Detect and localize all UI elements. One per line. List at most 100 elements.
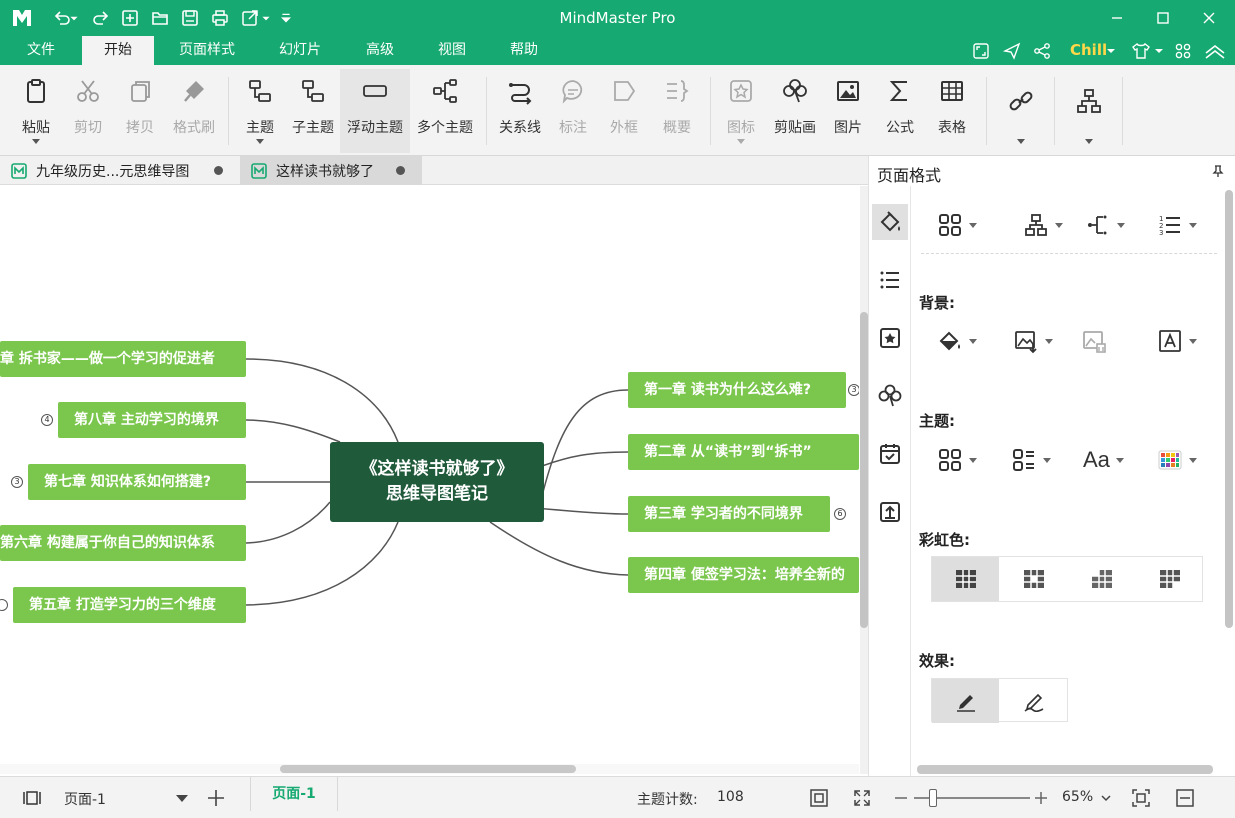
rainbow-option-2[interactable] <box>1000 557 1067 601</box>
new-file-icon[interactable] <box>120 8 140 28</box>
effect-option-2[interactable] <box>1000 679 1067 723</box>
fit-screen-icon[interactable] <box>1131 788 1151 808</box>
effect-option-1[interactable] <box>932 679 999 723</box>
doc-tab-reading[interactable]: 这样读书就够了 <box>240 156 422 185</box>
menu-file[interactable]: 文件 <box>12 36 70 65</box>
relationship-button[interactable]: 关系线 <box>494 69 546 153</box>
layout-dropdown-icon[interactable] <box>969 222 977 228</box>
zoom-dropdown-icon[interactable] <box>1100 788 1112 808</box>
tab-clipart[interactable] <box>872 378 908 414</box>
central-topic[interactable]: 《这样读书就够了》 思维导图笔记 <box>330 442 544 522</box>
tab-icons[interactable] <box>872 320 908 356</box>
mindmap-canvas[interactable]: 《这样读书就够了》 思维导图笔记 第一章 读书为什么这么难? 3 第二章 从“读… <box>0 186 859 774</box>
page-tab[interactable]: 页面-1 <box>250 777 338 811</box>
fit-page-icon[interactable] <box>809 788 829 808</box>
export-icon[interactable] <box>240 8 260 28</box>
layout-button[interactable] <box>937 210 985 240</box>
structure-dropdown-icon[interactable] <box>1055 222 1063 228</box>
menu-slideshow[interactable]: 幻灯片 <box>262 36 338 65</box>
print-icon[interactable] <box>210 8 230 28</box>
skin-dropdown-icon[interactable] <box>1154 40 1164 62</box>
paste-button[interactable]: 粘贴 <box>12 69 60 153</box>
collapse-count-badge[interactable]: 6 <box>834 508 846 520</box>
background-image-dropdown-icon[interactable] <box>1045 338 1053 344</box>
background-image-button[interactable] <box>1013 326 1061 356</box>
remove-background-button[interactable] <box>1081 326 1129 356</box>
maximize-icon[interactable] <box>1151 6 1175 30</box>
formula-button[interactable]: 公式 <box>876 69 924 153</box>
customize-icon[interactable] <box>280 8 292 28</box>
menu-home[interactable]: 开始 <box>82 36 154 65</box>
link-dropdown-icon[interactable] <box>1017 139 1025 144</box>
send-icon[interactable] <box>1001 40 1023 62</box>
redo-icon[interactable] <box>91 8 111 28</box>
clipart-button[interactable]: 剪贴画 <box>768 69 822 153</box>
topic-button[interactable]: 主题 <box>236 69 284 153</box>
connector-dropdown-icon[interactable] <box>1117 222 1125 228</box>
expand-view-icon[interactable] <box>852 788 872 808</box>
watermark-dropdown-icon[interactable] <box>1189 338 1197 344</box>
unsaved-dot-icon[interactable] <box>396 166 405 175</box>
share-icon[interactable] <box>1031 40 1053 62</box>
undo-dropdown-icon[interactable] <box>68 8 80 28</box>
picture-button[interactable]: 图片 <box>826 69 870 153</box>
pin-icon[interactable] <box>1211 164 1225 178</box>
horizontal-scroll-thumb[interactable] <box>280 765 576 773</box>
theme-color-button[interactable] <box>1157 445 1205 475</box>
menu-view[interactable]: 视图 <box>422 36 482 65</box>
connector-style-button[interactable] <box>1085 210 1133 240</box>
theme-button[interactable] <box>937 445 985 475</box>
floating-topic-button[interactable]: 浮动主题 <box>340 69 410 153</box>
icon-button[interactable]: 图标 <box>718 69 764 153</box>
tab-task[interactable] <box>872 436 908 472</box>
topic-chapter-1[interactable]: 第一章 读书为什么这么难? <box>628 372 846 408</box>
numbering-button[interactable]: 123 <box>1157 210 1205 240</box>
save-icon[interactable] <box>180 8 200 28</box>
tab-outline[interactable] <box>872 262 908 298</box>
topic-dropdown-icon[interactable] <box>256 139 264 144</box>
tab-export[interactable] <box>872 494 908 530</box>
zoom-level[interactable]: 65% <box>1062 789 1093 805</box>
rainbow-option-4[interactable] <box>1136 557 1203 601</box>
subtopic-button[interactable]: 子主题 <box>288 69 338 153</box>
topic-chapter-4[interactable]: 第四章 便签学习法：培养全新的 <box>628 557 859 593</box>
paste-dropdown-icon[interactable] <box>32 139 40 144</box>
topic-chapter-7[interactable]: 第七章 知识体系如何搭建? <box>28 464 246 500</box>
export-dropdown-icon[interactable] <box>260 8 272 28</box>
collapse-ribbon-icon[interactable] <box>1203 40 1227 62</box>
theme-dropdown-icon[interactable] <box>969 457 977 463</box>
panel-horizontal-scrollbar[interactable] <box>917 765 1213 774</box>
skin-icon[interactable] <box>1130 40 1152 62</box>
horizontal-scrollbar[interactable] <box>0 764 859 774</box>
theme-font-button[interactable]: Aa <box>1083 445 1131 475</box>
menu-help[interactable]: 帮助 <box>494 36 554 65</box>
panel-scroll-thumb[interactable] <box>1225 190 1233 628</box>
topic-chapter-6[interactable]: 第六章 构建属于你自己的知识体系 <box>0 525 246 561</box>
collapse-count-badge[interactable]: 3 <box>848 384 859 396</box>
summary-button[interactable]: 概要 <box>652 69 702 153</box>
collapse-panel-icon[interactable] <box>1175 788 1195 808</box>
theme-style-dropdown-icon[interactable] <box>1043 457 1051 463</box>
page-select[interactable]: 页面-1 <box>60 786 192 810</box>
rainbow-option-3[interactable] <box>1068 557 1135 601</box>
topic-chapter-8[interactable]: 第八章 主动学习的境界 <box>58 402 246 438</box>
rainbow-option-1[interactable] <box>932 557 999 601</box>
table-button[interactable]: 表格 <box>928 69 976 153</box>
unsaved-dot-icon[interactable] <box>214 166 223 175</box>
numbering-dropdown-icon[interactable] <box>1189 222 1197 228</box>
icon-dropdown-icon[interactable] <box>737 139 745 144</box>
link-button[interactable] <box>996 69 1046 153</box>
watermark-button[interactable] <box>1157 326 1205 356</box>
add-page-icon[interactable] <box>206 788 226 808</box>
collapse-count-badge[interactable]: 3 <box>11 476 23 488</box>
fullscreen-icon[interactable] <box>970 40 992 62</box>
menu-page-style[interactable]: 页面样式 <box>166 36 248 65</box>
theme-color-dropdown-icon[interactable] <box>1189 457 1197 463</box>
minimize-icon[interactable] <box>1105 6 1129 30</box>
topic-chapter-3[interactable]: 第三章 学习者的不同境界 <box>628 496 830 532</box>
open-folder-icon[interactable] <box>150 8 170 28</box>
page-select-dropdown-icon[interactable] <box>176 795 188 802</box>
theme-style-button[interactable] <box>1011 445 1059 475</box>
zoom-in-icon[interactable] <box>1031 788 1051 808</box>
panel-vertical-scrollbar[interactable] <box>1225 186 1234 776</box>
